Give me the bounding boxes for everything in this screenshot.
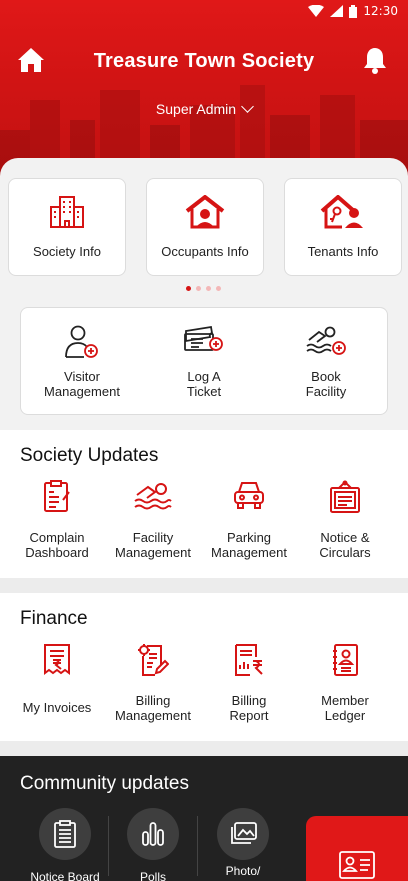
member-ledger-button[interactable]: Member Ledger xyxy=(294,643,396,743)
page-title: Treasure Town Society xyxy=(93,50,315,72)
society-info-card[interactable]: Society Info xyxy=(8,178,126,276)
carousel-dot[interactable] xyxy=(216,286,221,291)
polls-button[interactable]: Polls xyxy=(108,808,198,881)
member-ledger-label-1: Member xyxy=(321,693,369,708)
facility-management-label-2: Management xyxy=(115,545,191,560)
id-card-icon xyxy=(339,851,375,879)
log-ticket-button[interactable]: Log A Ticket xyxy=(143,308,265,416)
carousel-indicator xyxy=(186,286,221,291)
ticket-add-icon xyxy=(184,325,223,351)
carousel-dot[interactable] xyxy=(206,286,211,291)
notice-board-icon xyxy=(330,480,360,513)
book-facility-button[interactable]: Book Facility xyxy=(265,308,387,416)
carousel-dot[interactable] xyxy=(186,286,191,291)
member-ledger-icon xyxy=(333,644,358,676)
notice-circulars-label-2: Circulars xyxy=(319,545,371,560)
parking-management-button[interactable]: Parking Management xyxy=(198,480,300,580)
billing-report-label-1: Billing xyxy=(231,693,267,708)
swimmer-add-icon xyxy=(306,326,346,355)
billing-management-button[interactable]: Billing Management xyxy=(102,643,204,743)
id-card-button[interactable] xyxy=(306,816,408,881)
log-ticket-label-2: Ticket xyxy=(186,384,222,399)
visitor-management-label-2: Management xyxy=(44,384,120,399)
facility-management-button[interactable]: Facility Management xyxy=(102,480,204,580)
billing-report-icon xyxy=(235,644,263,676)
notifications-button[interactable] xyxy=(362,46,388,74)
polls-label: Polls xyxy=(139,870,166,881)
signal-icon xyxy=(330,5,344,17)
notice-circulars-button[interactable]: Notice & Circulars xyxy=(294,480,396,580)
billing-report-label-2: Report xyxy=(229,708,269,723)
complain-dashboard-label-1: Complain xyxy=(29,530,85,545)
bar-chart-icon xyxy=(142,822,164,846)
app-header: 12:30 Treasure Town Society Super Admin xyxy=(0,0,408,180)
section-title: Community updates xyxy=(20,773,189,794)
my-invoices-label: My Invoices xyxy=(22,700,92,715)
role-selector[interactable]: Super Admin xyxy=(0,100,408,117)
visitor-management-button[interactable]: Visitor Management xyxy=(21,308,143,416)
visitor-management-label-1: Visitor xyxy=(64,369,100,384)
complain-dashboard-button[interactable]: Complain Dashboard xyxy=(6,480,108,580)
house-key-person-icon xyxy=(320,195,363,229)
notice-circulars-label-1: Notice & xyxy=(320,530,370,545)
photo-gallery-icon xyxy=(231,822,257,844)
book-facility-label-1: Book xyxy=(311,369,341,384)
society-updates-section: Society Updates Complain Dashboard Facili… xyxy=(0,430,408,578)
tenants-info-card[interactable]: Tenants Info xyxy=(284,178,402,276)
society-info-label: Society Info xyxy=(33,244,101,259)
photo-label: Photo/ xyxy=(225,864,261,878)
quick-actions-card: Visitor Management Log A Ticket Book Facili… xyxy=(20,307,388,415)
house-person-icon xyxy=(185,195,225,229)
facility-management-label-1: Facility xyxy=(132,530,174,545)
book-facility-label-2: Facility xyxy=(305,384,347,399)
notice-board-label: Notice Board xyxy=(30,870,100,881)
clipboard-list-icon xyxy=(54,820,76,848)
billing-gear-icon xyxy=(138,644,169,676)
notice-board-button[interactable]: Notice Board xyxy=(20,808,110,881)
wifi-icon xyxy=(308,5,325,17)
member-ledger-label-2: Ledger xyxy=(324,708,366,723)
swimmer-icon xyxy=(134,483,172,510)
role-label: Super Admin xyxy=(155,101,237,117)
carousel-dot[interactable] xyxy=(196,286,201,291)
occupants-info-label: Occupants Info xyxy=(161,244,249,259)
complain-dashboard-label-2: Dashboard xyxy=(25,545,89,560)
log-ticket-label-1: Log A xyxy=(187,369,221,384)
status-time: 12:30 xyxy=(363,4,398,18)
section-title: Finance xyxy=(20,608,88,629)
parking-management-label-1: Parking xyxy=(226,530,272,545)
billing-management-label-2: Management xyxy=(115,708,191,723)
battery-icon xyxy=(349,4,358,18)
photo-gallery-button[interactable]: Photo/ xyxy=(198,808,288,881)
status-bar: 12:30 xyxy=(0,0,408,24)
billing-management-label-1: Billing xyxy=(135,693,171,708)
visitor-add-icon xyxy=(65,325,98,358)
chevron-down-icon xyxy=(241,100,254,113)
tenants-info-label: Tenants Info xyxy=(307,244,379,259)
parking-management-label-2: Management xyxy=(211,545,287,560)
section-title: Society Updates xyxy=(20,445,159,466)
car-icon xyxy=(234,482,264,509)
my-invoices-button[interactable]: My Invoices xyxy=(6,643,108,743)
complaint-clipboard-icon xyxy=(44,480,70,512)
billing-report-button[interactable]: Billing Report xyxy=(198,643,300,743)
building-icon xyxy=(50,196,84,228)
occupants-info-card[interactable]: Occupants Info xyxy=(146,178,264,276)
finance-section: Finance My Invoices Billing Management Bi… xyxy=(0,593,408,741)
invoice-icon xyxy=(44,644,70,675)
bell-icon xyxy=(364,48,386,74)
